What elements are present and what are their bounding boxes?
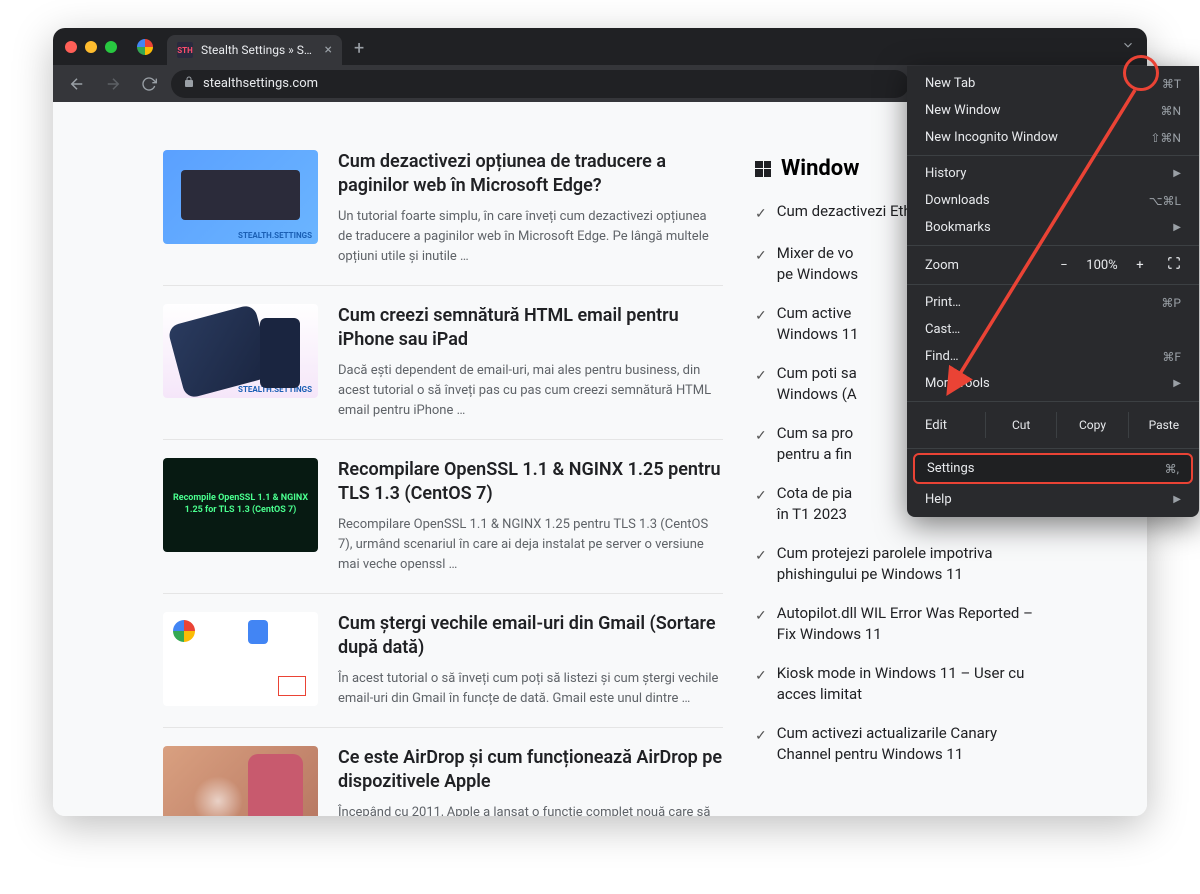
maximize-window-button[interactable] (105, 41, 117, 53)
fullscreen-icon[interactable] (1167, 256, 1181, 274)
menu-cast[interactable]: Cast… (907, 316, 1199, 343)
window-controls (65, 41, 117, 53)
watermark-text: STEALTH.SETTINGS (238, 231, 312, 240)
article-description: În acest tutorial o să înveți cum poți s… (338, 669, 723, 709)
chevron-right-icon: ▶ (1173, 168, 1181, 179)
article-description: Începând cu 2011, Apple a lansat o funcț… (338, 803, 723, 816)
browser-tab[interactable]: STH Stealth Settings » Sursa de tut × (167, 35, 342, 65)
home-button-icon[interactable] (137, 39, 153, 55)
minimize-window-button[interactable] (85, 41, 97, 53)
menu-more-tools[interactable]: More Tools▶ (907, 370, 1199, 397)
article-thumbnail: STEALTH.SETTINGS (163, 746, 318, 816)
menu-incognito[interactable]: New Incognito Window⇧⌘N (907, 124, 1199, 151)
menu-zoom: Zoom − 100% + (907, 250, 1199, 280)
zoom-out-button[interactable]: − (1049, 258, 1079, 273)
menu-copy[interactable]: Copy (1056, 412, 1127, 438)
sidebar-item-label: Mixer de vo pe Windows (777, 243, 858, 285)
check-icon: ✓ (755, 205, 767, 225)
check-icon: ✓ (755, 727, 767, 747)
article-title: Cum ștergi vechile email-uri din Gmail (… (338, 612, 723, 661)
sidebar-item-label: Cota de pia în T1 2023 (777, 483, 852, 525)
article-thumbnail (163, 612, 318, 706)
watermark-text: STEALTH.SETTINGS (238, 385, 312, 394)
close-window-button[interactable] (65, 41, 77, 53)
menu-new-window[interactable]: New Window⌘N (907, 97, 1199, 124)
check-icon: ✓ (755, 667, 767, 687)
sidebar-item[interactable]: ✓ Autopilot.dll WIL Error Was Reported – … (755, 603, 1055, 645)
edit-label: Edit (925, 418, 985, 433)
zoom-label: Zoom (925, 258, 1049, 273)
tab-search-icon[interactable] (1121, 37, 1135, 56)
article-thumbnail: STEALTH.SETTINGS (163, 150, 318, 244)
article-list: STEALTH.SETTINGS Cum dezactivezi opțiune… (163, 150, 723, 816)
sidebar-item-label: Kiosk mode in Windows 11 – User cu acces… (777, 663, 1055, 705)
windows-icon (755, 161, 771, 177)
zoom-value: 100% (1081, 258, 1123, 273)
menu-bookmarks[interactable]: Bookmarks▶ (907, 214, 1199, 241)
tab-title: Stealth Settings » Sursa de tut (201, 43, 317, 57)
address-bar[interactable]: stealthsettings.com (171, 70, 909, 98)
close-tab-icon[interactable]: × (325, 42, 332, 58)
check-icon: ✓ (755, 307, 767, 327)
article-thumbnail: STEALTH.SETTINGS (163, 304, 318, 398)
article-item[interactable]: Cum ștergi vechile email-uri din Gmail (… (163, 593, 723, 727)
lock-icon (183, 76, 195, 91)
article-title: Cum dezactivezi opțiunea de traducere a … (338, 150, 723, 199)
menu-history[interactable]: History▶ (907, 160, 1199, 187)
menu-cut[interactable]: Cut (985, 412, 1056, 438)
chevron-right-icon: ▶ (1173, 378, 1181, 389)
check-icon: ✓ (755, 487, 767, 507)
article-description: Dacă ești dependent de email-uri, mai al… (338, 361, 723, 421)
url-text: stealthsettings.com (203, 76, 318, 91)
chrome-context-menu: New Tab⌘T New Window⌘N New Incognito Win… (907, 66, 1199, 517)
article-item[interactable]: STEALTH.SETTINGS Cum creezi semnătură HT… (163, 285, 723, 439)
back-button[interactable] (63, 70, 91, 98)
article-title: Recompilare OpenSSL 1.1 & NGINX 1.25 pen… (338, 458, 723, 507)
article-description: Recompilare OpenSSL 1.1 & NGINX 1.25 pen… (338, 515, 723, 575)
article-thumbnail: Recompile OpenSSL 1.1 & NGINX 1.25 for T… (163, 458, 318, 552)
check-icon: ✓ (755, 367, 767, 387)
sidebar-item[interactable]: ✓ Cum activezi actualizarile Canary Chann… (755, 723, 1055, 765)
reload-button[interactable] (135, 70, 163, 98)
menu-settings[interactable]: Settings⌘, (913, 453, 1193, 484)
forward-button[interactable] (99, 70, 127, 98)
menu-find[interactable]: Find…⌘F (907, 343, 1199, 370)
article-title: Ce este AirDrop și cum funcționează AirD… (338, 746, 723, 795)
menu-help[interactable]: Help▶ (907, 486, 1199, 513)
menu-downloads[interactable]: Downloads⌥⌘L (907, 187, 1199, 214)
check-icon: ✓ (755, 427, 767, 447)
sidebar-item-label: Cum activezi actualizarile Canary Channe… (777, 723, 1055, 765)
thumb-text: Recompile OpenSSL 1.1 & NGINX 1.25 for T… (167, 493, 314, 516)
article-item[interactable]: Recompile OpenSSL 1.1 & NGINX 1.25 for T… (163, 439, 723, 593)
chevron-right-icon: ▶ (1173, 494, 1181, 505)
article-description: Un tutorial foarte simplu, în care înveț… (338, 207, 723, 267)
sidebar-item-label: Cum sa pro pentru a fin (777, 423, 853, 465)
new-tab-button[interactable]: + (354, 38, 364, 59)
article-item[interactable]: STEALTH.SETTINGS Ce este AirDrop și cum … (163, 727, 723, 816)
check-icon: ✓ (755, 607, 767, 627)
check-icon: ✓ (755, 247, 767, 267)
zoom-in-button[interactable]: + (1125, 258, 1155, 273)
sidebar-item-label: Cum poti sa Windows (A (777, 363, 857, 405)
menu-new-tab[interactable]: New Tab⌘T (907, 70, 1199, 97)
tab-strip: STH Stealth Settings » Sursa de tut × + (53, 28, 1147, 65)
sidebar-item-label: Autopilot.dll WIL Error Was Reported – F… (777, 603, 1055, 645)
article-title: Cum creezi semnătură HTML email pentru i… (338, 304, 723, 353)
sidebar-item[interactable]: ✓ Cum protejezi parolele impotriva phishi… (755, 543, 1055, 585)
sidebar-item-label: Cum protejezi parolele impotriva phishin… (777, 543, 1055, 585)
menu-paste[interactable]: Paste (1128, 412, 1199, 438)
sidebar-item[interactable]: ✓ Kiosk mode in Windows 11 – User cu acce… (755, 663, 1055, 705)
tab-favicon-icon: STH (177, 42, 193, 58)
sidebar-item-label: Cum active Windows 11 (777, 303, 859, 345)
chevron-right-icon: ▶ (1173, 222, 1181, 233)
article-item[interactable]: STEALTH.SETTINGS Cum dezactivezi opțiune… (163, 150, 723, 285)
menu-edit-row: Edit Cut Copy Paste (907, 406, 1199, 444)
check-icon: ✓ (755, 547, 767, 567)
menu-print[interactable]: Print…⌘P (907, 289, 1199, 316)
